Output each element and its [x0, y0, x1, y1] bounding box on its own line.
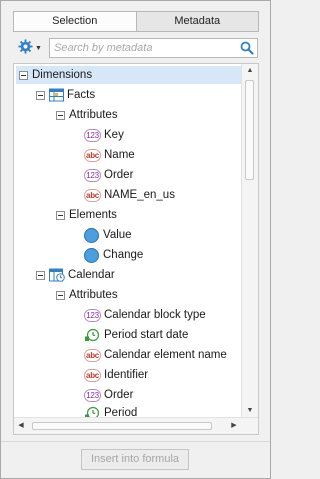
tree-node-element[interactable]: Change	[84, 246, 143, 264]
horizontal-scrollbar[interactable]: ◀ ▶	[14, 417, 258, 434]
tree-node-attribute[interactable]: abc Identifier	[84, 366, 148, 384]
collapse-toggle[interactable]	[36, 90, 45, 100]
tree-node-dimensions[interactable]: Dimensions	[16, 66, 242, 84]
string-type-icon: abc	[84, 368, 101, 382]
node-label: Calendar element name	[104, 349, 227, 361]
collapse-toggle[interactable]	[19, 70, 28, 80]
tree-node-element[interactable]: Value	[84, 226, 132, 244]
metadata-tree[interactable]: Dimensions Facts Attributes 123 Key abc …	[14, 64, 242, 418]
gear-icon	[18, 39, 33, 57]
node-label: Facts	[67, 89, 96, 101]
collapse-toggle[interactable]	[36, 270, 45, 280]
vertical-scrollbar[interactable]: ▲ ▼	[241, 64, 258, 418]
number-type-icon: 123	[84, 388, 101, 402]
metadata-tree-panel: Dimensions Facts Attributes 123 Key abc …	[13, 63, 259, 435]
date-type-icon	[84, 328, 101, 342]
scroll-up-arrow-icon[interactable]: ▲	[242, 64, 258, 78]
node-label: Identifier	[104, 369, 149, 381]
calendar-dimension-icon	[49, 268, 65, 282]
tab-selection[interactable]: Selection	[13, 11, 136, 32]
tree-node-attribute[interactable]: 123 Order	[84, 386, 133, 404]
number-type-icon: 123	[84, 168, 101, 182]
tree-node-attribute[interactable]: 123 Key	[84, 126, 124, 144]
settings-button[interactable]: ▼	[15, 38, 45, 58]
metadata-panel: Selection Metadata ▼ Search by metadata …	[0, 0, 271, 479]
element-icon	[84, 247, 99, 263]
node-label: Elements	[69, 209, 117, 221]
number-type-icon: 123	[84, 308, 101, 322]
node-label: Change	[103, 249, 144, 261]
insert-into-formula-button[interactable]: Insert into formula	[81, 449, 189, 470]
number-type-icon: 123	[84, 128, 101, 142]
tree-node-facts-attributes[interactable]: Attributes	[56, 106, 118, 124]
tree-node-attribute[interactable]: abc NAME_en_us	[84, 186, 175, 204]
node-label: Order	[104, 169, 134, 181]
element-icon	[84, 227, 99, 243]
node-label: Value	[103, 229, 132, 241]
tree-node-calendar-attributes[interactable]: Attributes	[56, 286, 118, 304]
node-label: Attributes	[69, 109, 118, 121]
chevron-down-icon: ▼	[35, 44, 42, 52]
collapse-toggle[interactable]	[56, 290, 65, 300]
collapse-toggle[interactable]	[56, 110, 65, 120]
string-type-icon: abc	[84, 148, 101, 162]
node-label: Key	[104, 129, 124, 141]
tree-node-attribute[interactable]: 123 Calendar block type	[84, 306, 206, 324]
tab-bar: Selection Metadata	[13, 11, 259, 32]
tree-node-attribute[interactable]: Period	[84, 404, 137, 418]
scroll-right-arrow-icon[interactable]: ▶	[227, 418, 241, 434]
tree-node-attribute[interactable]: 123 Order	[84, 166, 133, 184]
tree-node-facts[interactable]: Facts	[36, 86, 95, 104]
tree-node-attribute[interactable]: abc Calendar element name	[84, 346, 227, 364]
tree-node-attribute[interactable]: abc Name	[84, 146, 135, 164]
tree-node-facts-elements[interactable]: Elements	[56, 206, 117, 224]
tab-metadata[interactable]: Metadata	[135, 11, 259, 32]
scroll-down-arrow-icon[interactable]: ▼	[242, 404, 258, 418]
node-label: Calendar	[68, 269, 115, 281]
node-label: Period start date	[104, 329, 189, 341]
node-label: NAME_en_us	[104, 189, 175, 201]
tree-node-calendar[interactable]: Calendar	[36, 266, 115, 284]
search-field	[49, 38, 258, 58]
node-label: Dimensions	[32, 69, 93, 81]
scroll-left-arrow-icon[interactable]: ◀	[14, 418, 28, 434]
collapse-toggle[interactable]	[56, 210, 65, 220]
string-type-icon: abc	[84, 348, 101, 362]
node-label: Calendar block type	[104, 309, 206, 321]
string-type-icon: abc	[84, 188, 101, 202]
node-label: Order	[104, 389, 134, 401]
horizontal-scroll-thumb[interactable]	[32, 422, 212, 430]
node-label: Attributes	[69, 289, 118, 301]
vertical-scroll-thumb[interactable]	[245, 80, 254, 180]
tree-node-attribute[interactable]: Period start date	[84, 326, 188, 344]
magnifier-icon[interactable]	[240, 41, 254, 58]
search-input[interactable]	[50, 39, 235, 57]
dimension-icon	[49, 88, 64, 102]
node-label: Name	[104, 149, 135, 161]
footer-divider	[1, 441, 270, 442]
